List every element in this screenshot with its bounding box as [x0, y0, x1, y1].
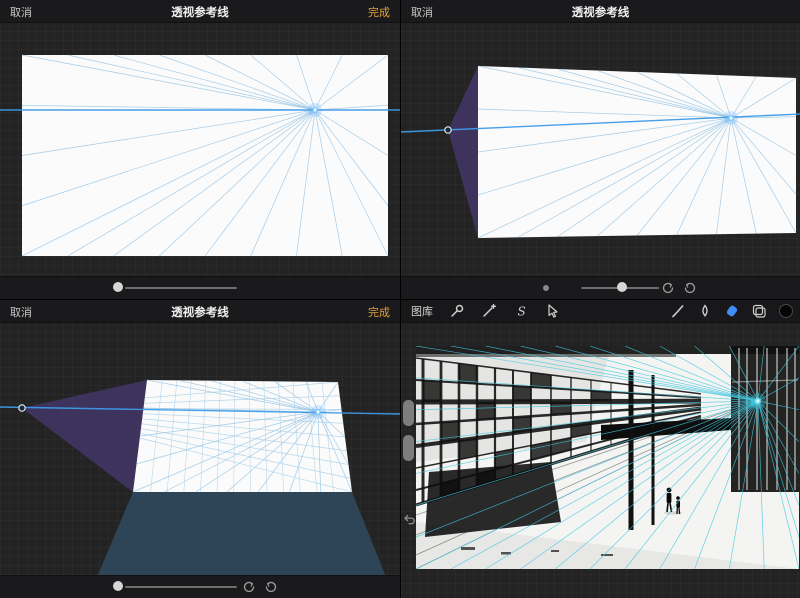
out-of-canvas-wedge [22, 380, 147, 492]
perspective-editor-two-point: 取消 透视参考线 完成 [0, 299, 400, 598]
opacity-slider-knob[interactable] [403, 435, 414, 461]
editor-bottombar [401, 276, 800, 299]
editor-bottombar [0, 575, 400, 598]
slider-thumb[interactable] [617, 282, 627, 292]
procreate-canvas-view: 图库 S [400, 299, 800, 598]
editor-navbar: 取消 透视参考线 完成 [0, 300, 400, 323]
eraser-icon-selected[interactable] [724, 303, 740, 319]
guide-edit-canvas[interactable] [0, 322, 400, 577]
vanishing-point[interactable] [308, 103, 322, 117]
below-horizon-panel [97, 492, 386, 577]
guide-node[interactable] [19, 405, 25, 411]
undo-icon[interactable] [661, 281, 675, 295]
color-swatch-black[interactable] [778, 303, 794, 319]
out-of-canvas-wedge [448, 66, 478, 238]
perspective-editor-rotated: 取消 透视参考线 [400, 0, 800, 299]
undo-arrow-icon[interactable] [402, 512, 417, 527]
redo-icon[interactable] [683, 281, 697, 295]
vanishing-point[interactable] [724, 111, 738, 125]
adjustments-wand-icon[interactable] [481, 303, 497, 319]
slider-track[interactable] [125, 287, 237, 289]
slider-thumb[interactable] [113, 581, 123, 591]
smudge-icon[interactable] [697, 303, 713, 319]
layers-icon[interactable] [751, 303, 767, 319]
editor-bottombar [0, 276, 400, 299]
artboard[interactable] [22, 55, 388, 256]
editor-navbar: 取消 透视参考线 [401, 0, 800, 23]
main-toolbar: 图库 S [401, 300, 800, 323]
editor-title: 透视参考线 [0, 4, 400, 20]
guide-edit-canvas[interactable] [401, 22, 800, 277]
editor-title: 透视参考线 [0, 304, 400, 320]
undo-icon[interactable] [242, 580, 256, 594]
perspective-editor-one-point: 取消 透视参考线 完成 [0, 0, 400, 299]
guide-edit-canvas[interactable] [0, 22, 400, 277]
slider-track[interactable] [125, 586, 237, 588]
vanishing-point[interactable] [311, 405, 325, 419]
guide-node[interactable] [445, 127, 451, 133]
svg-text:S: S [518, 305, 526, 319]
transform-arrow-icon[interactable] [545, 303, 561, 319]
editor-navbar: 取消 透视参考线 完成 [0, 0, 400, 23]
selection-s-icon[interactable]: S [513, 303, 529, 319]
drawing-canvas[interactable] [401, 322, 800, 598]
gallery-button[interactable]: 图库 [411, 303, 433, 319]
brush-size-slider-knob[interactable] [403, 400, 414, 426]
done-button[interactable]: 完成 [368, 4, 390, 20]
done-button[interactable]: 完成 [368, 304, 390, 320]
vanishing-point[interactable] [750, 393, 766, 409]
editor-title: 透视参考线 [401, 4, 800, 20]
slider-dot[interactable] [543, 285, 549, 291]
paint-tools-group [670, 303, 794, 319]
slider-thumb[interactable] [113, 282, 123, 292]
brush-icon[interactable] [670, 303, 686, 319]
actions-wrench-icon[interactable] [449, 303, 465, 319]
redo-icon[interactable] [264, 580, 278, 594]
